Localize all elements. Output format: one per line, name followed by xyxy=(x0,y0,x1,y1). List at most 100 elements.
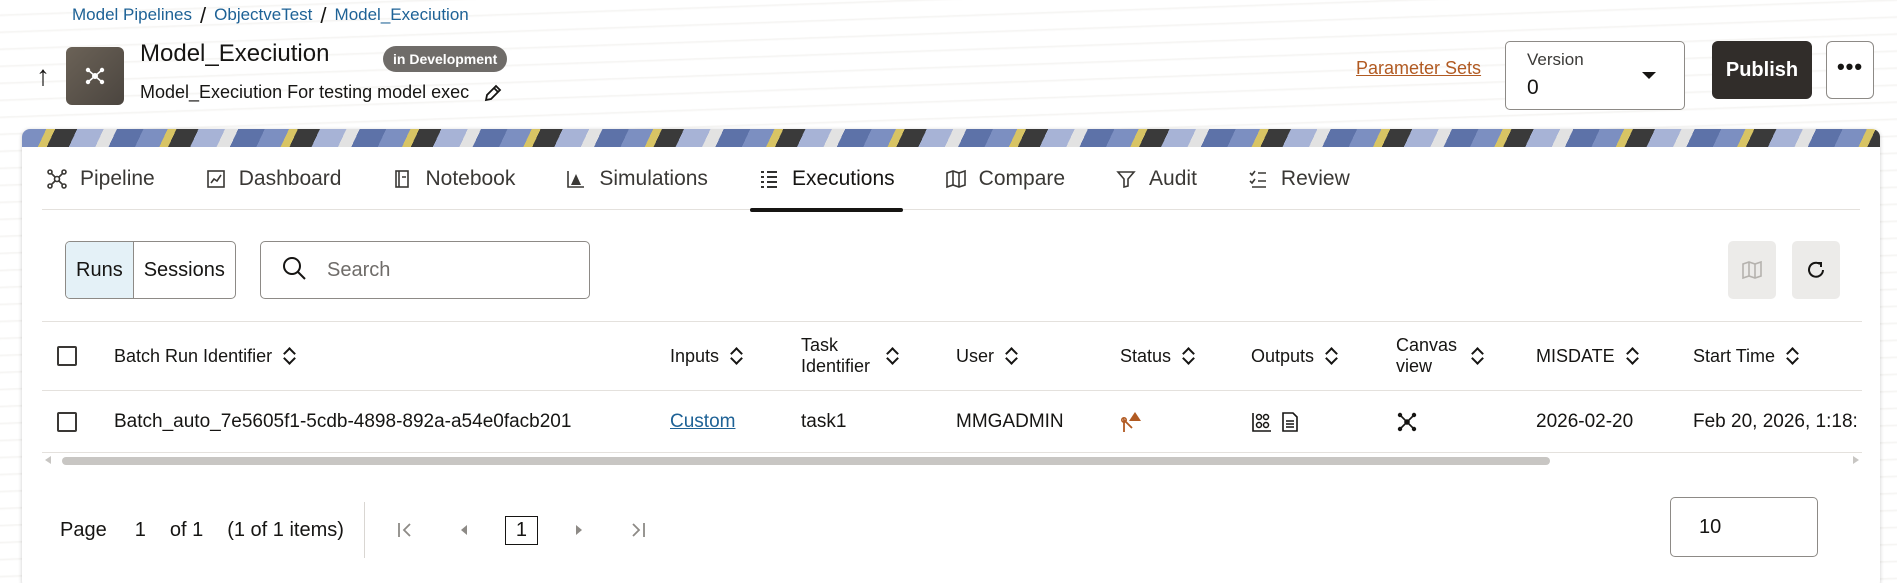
previous-page-icon[interactable] xyxy=(447,515,481,545)
notebook-icon xyxy=(391,168,413,190)
version-select[interactable]: Version 0 xyxy=(1505,41,1685,110)
search-box xyxy=(260,241,590,299)
last-page-icon[interactable] xyxy=(620,515,654,545)
tab-pipeline[interactable]: Pipeline xyxy=(42,147,159,210)
audit-icon xyxy=(1115,168,1137,190)
pipeline-node-icon xyxy=(85,67,105,85)
review-icon xyxy=(1247,168,1269,190)
row-checkbox[interactable] xyxy=(57,411,77,432)
page-label: Page xyxy=(60,518,107,541)
page-title: Model_Execiution xyxy=(140,40,330,67)
sort-icon xyxy=(284,347,296,365)
page-number-input[interactable]: 1 xyxy=(135,519,146,542)
tab-audit[interactable]: Audit xyxy=(1111,147,1201,210)
sort-icon xyxy=(1006,347,1018,365)
pipeline-app-icon xyxy=(66,47,124,105)
breadcrumb-model-execiution[interactable]: Model_Execiution xyxy=(335,5,469,25)
breadcrumb-objectvetest[interactable]: ObjectveTest xyxy=(214,5,312,25)
horizontal-scrollbar[interactable] xyxy=(42,454,1862,466)
column-label: Batch Run Identifier xyxy=(114,345,273,366)
compare-icon xyxy=(945,168,967,190)
executions-icon xyxy=(758,168,780,190)
current-page-button[interactable]: 1 xyxy=(504,515,539,545)
sort-icon xyxy=(1627,347,1639,365)
column-label: User xyxy=(956,345,995,366)
chevron-down-icon xyxy=(1642,72,1656,79)
tab-simulations[interactable]: Simulations xyxy=(561,147,712,210)
refresh-icon xyxy=(1808,261,1824,278)
status-cell xyxy=(1120,391,1144,452)
runs-toggle-button[interactable]: Runs xyxy=(66,242,134,298)
pagination-divider xyxy=(363,502,365,558)
canvas-icon[interactable] xyxy=(1396,411,1418,433)
chart-output-icon[interactable] xyxy=(1251,411,1273,433)
column-label: MISDATE xyxy=(1536,345,1615,366)
tab-label: Notebook xyxy=(425,166,516,190)
start-time-cell: Feb 20, 2026, 1:18: xyxy=(1693,410,1858,432)
column-header-start-time[interactable]: Start Time xyxy=(1693,322,1799,390)
column-header-batch-run-identifier[interactable]: Batch Run Identifier xyxy=(114,322,296,390)
scroll-right-icon[interactable] xyxy=(1853,456,1859,464)
breadcrumb-model-pipelines[interactable]: Model Pipelines xyxy=(72,5,192,25)
refresh-button[interactable] xyxy=(1792,241,1840,299)
status-badge: in Development xyxy=(383,46,508,72)
sort-icon xyxy=(887,347,899,365)
page-size-input[interactable]: 10 xyxy=(1670,497,1818,557)
tab-label: Pipeline xyxy=(80,166,155,190)
row-select-cell xyxy=(57,391,77,452)
column-label: Outputs xyxy=(1251,345,1315,366)
batch-run-identifier-cell: Batch_auto_7e5605f1-5cdb-4898-892a-a54e0… xyxy=(114,410,572,432)
search-icon xyxy=(281,255,309,286)
custom-inputs-link[interactable]: Custom xyxy=(670,411,735,433)
column-header-task-identifier[interactable]: Task Identifier xyxy=(801,322,899,390)
column-label: Inputs xyxy=(670,345,720,366)
pagination: Page 1 of 1 (1 of 1 items) 1 xyxy=(60,502,678,558)
column-header-misdate[interactable]: MISDATE xyxy=(1536,322,1639,390)
publish-button[interactable]: Publish xyxy=(1712,41,1812,99)
document-output-icon[interactable] xyxy=(1281,411,1299,433)
column-label: Start Time xyxy=(1693,345,1776,366)
task-identifier-cell: task1 xyxy=(801,410,847,432)
column-label: Task Identifier xyxy=(801,335,871,376)
more-actions-button[interactable]: ••• xyxy=(1826,41,1874,99)
select-all-checkbox[interactable] xyxy=(57,346,77,366)
page-subtitle: Model_Execiution For testing model exec xyxy=(140,82,503,103)
back-up-icon[interactable]: ↑ xyxy=(36,62,50,90)
column-header-user[interactable]: User xyxy=(956,322,1018,390)
map-view-button[interactable] xyxy=(1728,241,1776,299)
tab-label: Simulations xyxy=(599,166,708,190)
user-cell: MMGADMIN xyxy=(956,410,1064,432)
tab-executions[interactable]: Executions xyxy=(749,147,903,212)
column-label: Status xyxy=(1120,345,1172,366)
table-row[interactable]: Batch_auto_7e5605f1-5cdb-4898-892a-a54e0… xyxy=(42,391,1862,453)
scrollbar-thumb[interactable] xyxy=(62,457,1550,465)
sort-icon xyxy=(1183,347,1195,365)
tab-label: Audit xyxy=(1149,166,1197,190)
column-header-inputs[interactable]: Inputs xyxy=(670,322,743,390)
column-label: Canvas view xyxy=(1396,335,1458,376)
column-header-status[interactable]: Status xyxy=(1120,322,1195,390)
breadcrumb: Model Pipelines / ObjectveTest / Model_E… xyxy=(72,2,469,28)
sort-icon xyxy=(1787,347,1799,365)
search-input[interactable] xyxy=(327,258,547,282)
misdate-cell: 2026-02-20 xyxy=(1536,410,1634,432)
warning-status-icon[interactable] xyxy=(1120,410,1144,434)
breadcrumb-separator: / xyxy=(200,2,207,28)
first-page-icon[interactable] xyxy=(389,515,423,545)
version-label: Version xyxy=(1527,50,1584,69)
sessions-toggle-button[interactable]: Sessions xyxy=(134,242,235,298)
parameter-sets-link[interactable]: Parameter Sets xyxy=(1356,58,1481,79)
main-card: Pipeline Dashboard Notebook Simulations … xyxy=(22,129,1880,583)
tab-review[interactable]: Review xyxy=(1243,147,1354,210)
tab-compare[interactable]: Compare xyxy=(941,147,1069,210)
breadcrumb-separator: / xyxy=(320,2,327,28)
scroll-left-icon[interactable] xyxy=(45,456,51,464)
next-page-icon[interactable] xyxy=(562,515,596,545)
map-icon xyxy=(1742,260,1762,280)
tab-notebook[interactable]: Notebook xyxy=(387,147,519,210)
column-header-canvas-view[interactable]: Canvas view xyxy=(1396,322,1484,390)
tab-dashboard[interactable]: Dashboard xyxy=(201,147,346,210)
pencil-edit-icon[interactable] xyxy=(483,83,503,103)
decorative-banner xyxy=(22,129,1880,147)
column-header-outputs[interactable]: Outputs xyxy=(1251,322,1338,390)
